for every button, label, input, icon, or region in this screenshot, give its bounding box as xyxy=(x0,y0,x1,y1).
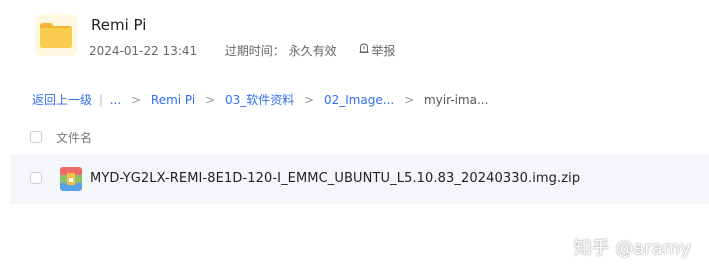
breadcrumb-item-image[interactable]: 02_Image... xyxy=(324,93,394,107)
report-icon xyxy=(359,43,369,53)
watermark: 知乎 @aramy xyxy=(573,238,691,259)
breadcrumb-item-remi-pi[interactable]: Remi Pi xyxy=(151,93,195,107)
expiry-label: 过期时间： xyxy=(224,44,285,58)
expiry-value: 永久有效 xyxy=(288,44,337,58)
file-list-header: 文件名 xyxy=(0,122,709,152)
breadcrumb-separator: > xyxy=(404,92,415,107)
report-button[interactable]: 举报 xyxy=(358,42,395,59)
breadcrumb-separator: > xyxy=(131,92,142,107)
zip-archive-icon xyxy=(60,167,82,191)
breadcrumb-divider: | xyxy=(98,92,103,107)
back-link[interactable]: 返回上一级 xyxy=(32,91,92,108)
share-meta: 2024-01-22 13:41 过期时间： 永久有效 举报 xyxy=(89,42,395,59)
breadcrumb: 返回上一级 | ... > Remi Pi > 03_软件资料 > 02_Ima… xyxy=(32,91,488,108)
table-row[interactable]: MYD-YG2LX-REMI-8E1D-120-I_EMMC_UBUNTU_L5… xyxy=(10,155,709,204)
breadcrumb-separator: > xyxy=(205,92,216,107)
folder-icon xyxy=(35,14,77,56)
share-title: Remi Pi xyxy=(91,16,147,34)
column-header-filename: 文件名 xyxy=(56,131,93,145)
breadcrumb-current: myir-ima... xyxy=(423,92,489,107)
breadcrumb-ellipsis[interactable]: ... xyxy=(110,93,121,107)
row-checkbox[interactable] xyxy=(30,172,42,184)
select-all-checkbox[interactable] xyxy=(30,131,42,143)
report-label: 举报 xyxy=(371,44,396,58)
breadcrumb-item-software[interactable]: 03_软件资料 xyxy=(225,91,294,108)
share-date: 2024-01-22 13:41 xyxy=(89,43,198,58)
file-name[interactable]: MYD-YG2LX-REMI-8E1D-120-I_EMMC_UBUNTU_L5… xyxy=(90,171,580,186)
breadcrumb-separator: > xyxy=(304,92,315,107)
